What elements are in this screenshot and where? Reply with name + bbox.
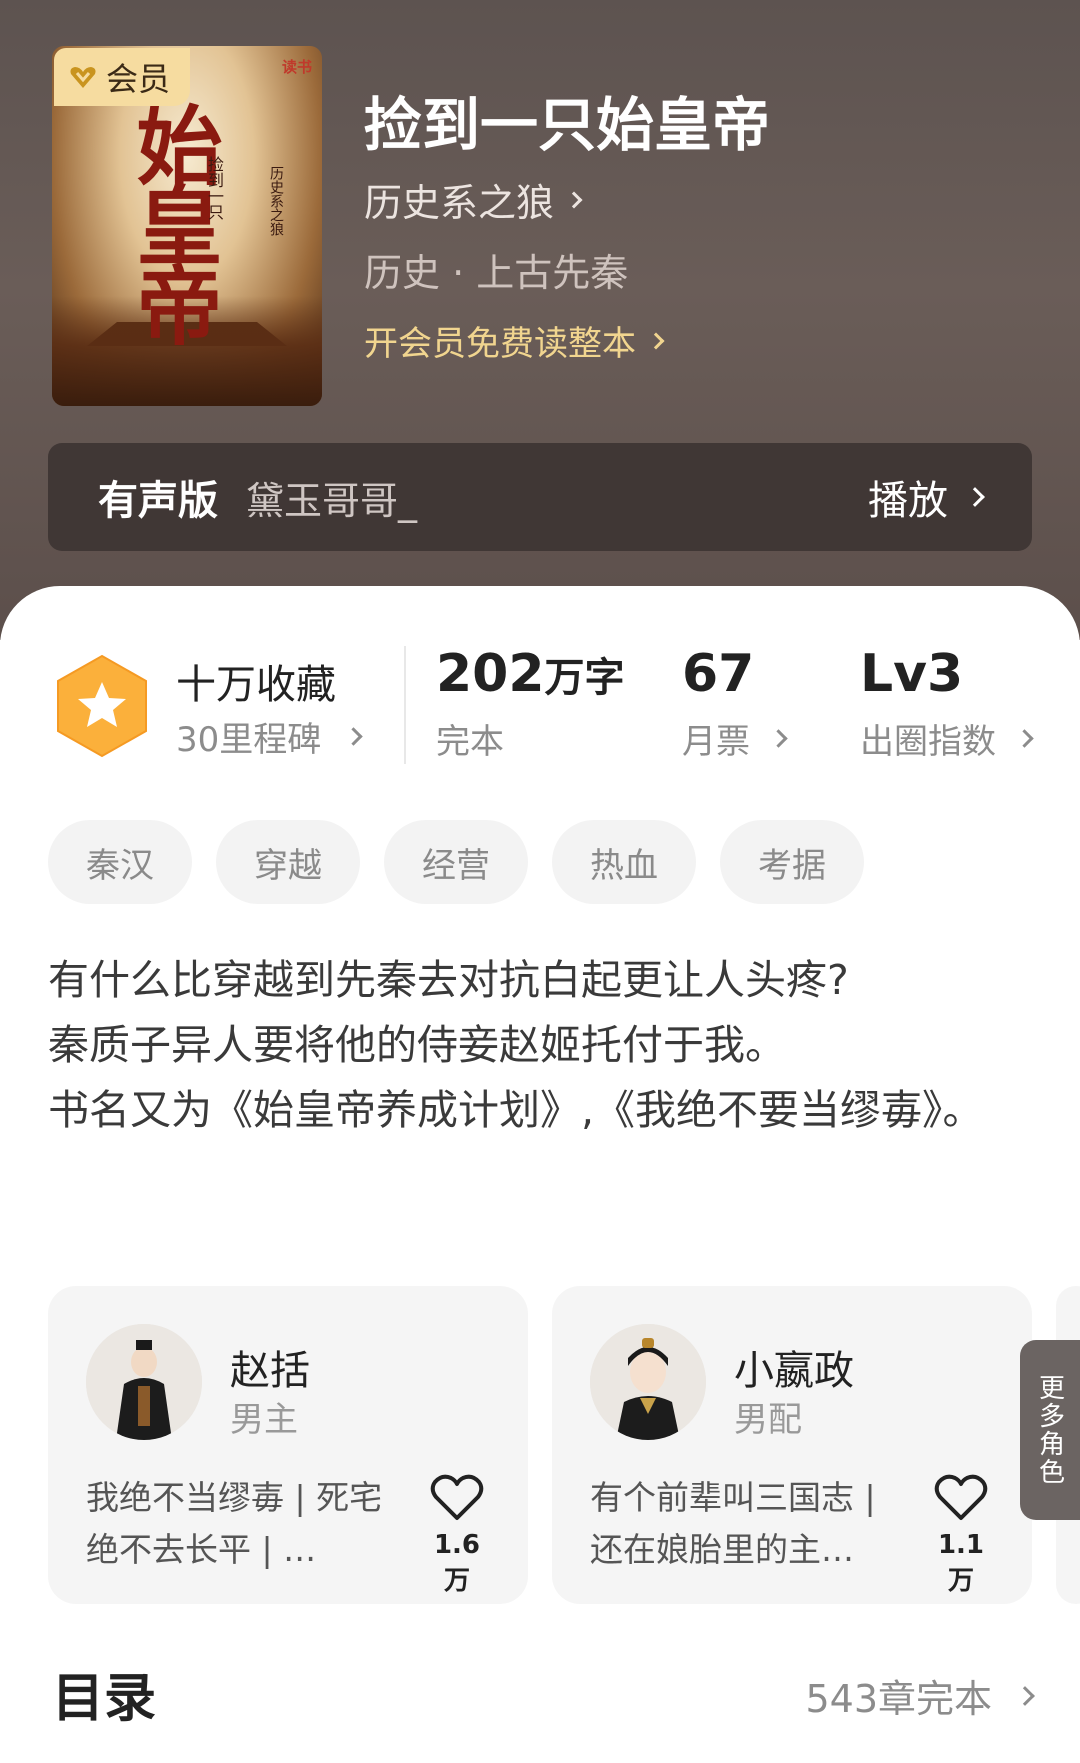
heart-icon — [934, 1474, 988, 1520]
cover-brand: 读书 — [281, 58, 312, 76]
author-name: 历史系之狼 — [364, 181, 555, 225]
tag-chip[interactable]: 考据 — [720, 820, 864, 904]
tag-chip[interactable]: 穿越 — [216, 820, 360, 904]
chevron-right-icon — [769, 729, 788, 748]
character-name: 赵括 — [230, 1348, 310, 1394]
character-card[interactable]: 小嬴政 男配 有个前辈叫三国志 | 还在娘胎里的主… 1.1万 — [552, 1286, 1032, 1604]
word-count-unit: 万字 — [544, 655, 625, 701]
chevron-right-icon — [1015, 1685, 1035, 1706]
character-description: 我绝不当缪毐 | 死宅绝不去长平 | … — [86, 1478, 383, 1569]
audio-version-bar[interactable]: 有声版 黛玉哥哥_ 播放 — [48, 443, 1032, 551]
milestone-link[interactable]: 30里程碑 — [176, 712, 363, 761]
popularity-label: 出圈指数 — [860, 722, 996, 762]
monthly-tickets-stat[interactable]: 67 月票 — [682, 644, 788, 763]
character-avatar — [86, 1324, 202, 1440]
milestone-label: 30里程碑 — [176, 720, 322, 760]
character-role: 男配 — [734, 1400, 802, 1440]
chevron-right-icon — [565, 191, 583, 208]
toc-link[interactable]: 543章完本 — [805, 1668, 1035, 1723]
more-characters-button[interactable]: 更多角色 — [1020, 1340, 1080, 1520]
tag-chip[interactable]: 秦汉 — [48, 820, 192, 904]
completion-status: 完本 — [436, 722, 504, 762]
vip-read-link[interactable]: 开会员免费读整本 — [364, 316, 665, 365]
monthly-tickets-number: 67 — [682, 644, 755, 704]
description-line: 秦质子异人要将他的侍妾赵姬托付于我。 — [48, 1021, 786, 1069]
tag-chip[interactable]: 经营 — [384, 820, 528, 904]
like-button[interactable]: 1.1万 — [926, 1472, 996, 1597]
word-count-number: 202 — [436, 644, 545, 704]
audio-label: 有声版 — [98, 478, 218, 524]
vip-read-label: 开会员免费读整本 — [364, 324, 636, 364]
toc-title: 目录 — [52, 1669, 157, 1729]
popularity-level: Lv3 — [860, 644, 964, 704]
play-label: 播放 — [868, 478, 948, 524]
audio-narrator: 黛玉哥哥_ — [246, 478, 418, 523]
character-card[interactable]: 赵括 男主 我绝不当缪毐 | 死宅绝不去长平 | … 1.6万 — [48, 1286, 528, 1604]
character-name: 小嬴政 — [734, 1348, 854, 1394]
description-line: 书名又为《始皇帝养成计划》,《我绝不要当缪毐》。 — [48, 1086, 984, 1134]
description-line: 有什么比穿越到先秦去对抗白起更让人头疼? — [48, 956, 849, 1004]
monthly-tickets-label: 月票 — [682, 722, 750, 762]
tag-list: 秦汉 穿越 经营 热血 考据 — [48, 820, 864, 904]
word-count-stat: 202万字 完本 — [436, 644, 625, 763]
like-button[interactable]: 1.6万 — [422, 1472, 492, 1597]
book-title: 捡到一只始皇帝 — [364, 91, 771, 159]
cover-subtitle: 捡到一只 — [205, 156, 224, 220]
character-role: 男主 — [230, 1400, 298, 1440]
heart-icon — [430, 1474, 484, 1520]
cover-title-art: 始皇帝 — [121, 101, 222, 341]
chapter-count: 543章完本 — [805, 1677, 992, 1721]
chevron-right-icon — [647, 332, 665, 349]
book-description[interactable]: 有什么比穿越到先秦去对抗白起更让人头疼? 秦质子异人要将他的侍妾赵姬托付于我。 … — [48, 948, 1038, 1143]
vip-badge-label: 会员 — [106, 60, 171, 98]
like-count: 1.6万 — [433, 1530, 481, 1596]
author-link[interactable]: 历史系之狼 — [364, 172, 583, 227]
vip-badge: 会员 — [54, 48, 191, 106]
vip-heart-icon — [70, 67, 96, 88]
tag-chip[interactable]: 热血 — [552, 820, 696, 904]
like-count: 1.1万 — [937, 1530, 985, 1596]
favorites-count: 十万收藏 — [176, 662, 336, 708]
stats-divider — [404, 646, 406, 764]
popularity-index-stat[interactable]: Lv3 出圈指数 — [860, 644, 1034, 763]
chevron-right-icon — [965, 487, 985, 507]
book-genre: 历史 · 上古先秦 — [364, 251, 629, 295]
character-description: 有个前辈叫三国志 | 还在娘胎里的主… — [590, 1478, 876, 1569]
chevron-right-icon — [1015, 729, 1034, 748]
audio-play-button[interactable]: 播放 — [868, 468, 985, 526]
character-avatar — [590, 1324, 706, 1440]
star-badge-icon — [57, 654, 147, 758]
chevron-right-icon — [344, 727, 363, 746]
cover-author: 历史系之狼 — [268, 166, 284, 236]
